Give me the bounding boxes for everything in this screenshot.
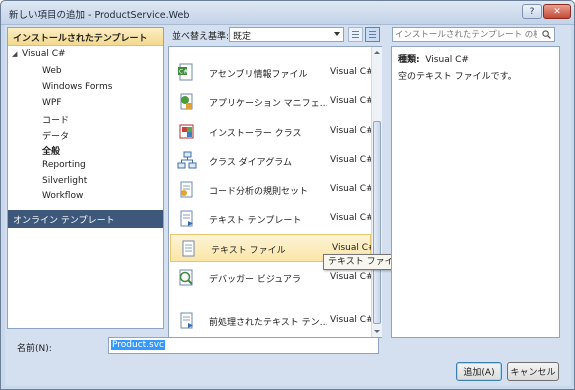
dialog-window: 新しい項目の追加 - ProductService.Web ? ✕ インストール… bbox=[0, 0, 575, 390]
template-name: テキスト テンプレート bbox=[209, 216, 302, 226]
cancel-button[interactable]: キャンセル bbox=[507, 362, 559, 381]
template-list: C# アセンブリ情報ファイル Visual C# アプリケーション マニフェ… … bbox=[168, 46, 382, 338]
tree-node-visual-csharp[interactable]: ◢ Visual C# bbox=[12, 49, 66, 59]
tree-item-silverlight[interactable]: Silverlight bbox=[42, 176, 87, 186]
sort-dropdown[interactable]: 既定 bbox=[229, 27, 344, 42]
template-name: アセンブリ情報ファイル bbox=[209, 70, 308, 80]
assembly-info-icon: C# bbox=[178, 63, 193, 81]
installed-templates-label: インストールされたテンプレート bbox=[13, 34, 148, 44]
text-template-icon bbox=[180, 210, 193, 227]
template-name: 前処理されたテキスト テン… bbox=[209, 318, 327, 328]
help-icon: ? bbox=[529, 6, 535, 17]
template-row-installer-class[interactable]: インストーラー クラス Visual C# bbox=[169, 118, 374, 146]
template-language: Visual C# bbox=[330, 213, 374, 223]
search-icon[interactable] bbox=[542, 30, 551, 39]
template-name: デバッガー ビジュアラ bbox=[209, 275, 302, 285]
tree-item-wpf[interactable]: WPF bbox=[42, 98, 62, 108]
installed-templates-header[interactable]: インストールされたテンプレート bbox=[8, 28, 163, 46]
template-row-assembly-info[interactable]: C# アセンブリ情報ファイル Visual C# bbox=[169, 59, 374, 87]
name-label: 名前(N): bbox=[17, 344, 52, 354]
window-title: 新しい項目の追加 - ProductService.Web bbox=[9, 10, 190, 21]
template-name: インストーラー クラス bbox=[209, 129, 302, 139]
template-row-preprocessed-template[interactable]: 前処理されたテキスト テン… Visual C# bbox=[169, 307, 374, 335]
debugger-visualizer-icon bbox=[179, 269, 193, 286]
small-icons-view-button[interactable] bbox=[348, 27, 363, 42]
app-manifest-icon bbox=[180, 93, 193, 110]
template-category-panel: インストールされたテンプレート ◢ Visual C# Web Windows F… bbox=[7, 27, 164, 329]
type-value: Visual C# bbox=[425, 55, 469, 65]
add-button[interactable]: 追加(A) bbox=[456, 362, 502, 381]
help-button[interactable]: ? bbox=[522, 4, 542, 19]
template-row-text-template[interactable]: テキスト テンプレート Visual C# bbox=[169, 205, 374, 233]
installer-class-icon bbox=[179, 124, 194, 139]
expand-triangle-icon[interactable]: ◢ bbox=[12, 50, 22, 58]
tree-item-reporting[interactable]: Reporting bbox=[42, 160, 86, 170]
tree-item-code[interactable]: コード bbox=[42, 113, 69, 126]
template-details-panel: 種類: Visual C# 空のテキスト ファイルです。 bbox=[391, 46, 560, 338]
template-row-code-analysis[interactable]: コード分析の規則セット Visual C# bbox=[169, 176, 374, 204]
template-language: Visual C# bbox=[332, 243, 376, 253]
tree-root-label: Visual C# bbox=[22, 49, 66, 59]
dialog-client: インストールされたテンプレート ◢ Visual C# Web Windows F… bbox=[5, 25, 571, 386]
close-icon: ✕ bbox=[553, 6, 561, 17]
template-row-app-manifest[interactable]: アプリケーション マニフェ… Visual C# bbox=[169, 88, 374, 116]
tree-item-windows-forms[interactable]: Windows Forms bbox=[42, 82, 112, 92]
tree-item-data[interactable]: データ bbox=[42, 129, 69, 142]
scrollbar-thumb[interactable] bbox=[373, 121, 381, 324]
sort-value: 既定 bbox=[233, 32, 252, 42]
list-view-button[interactable] bbox=[365, 27, 380, 42]
tree-item-web[interactable]: Web bbox=[42, 66, 62, 76]
code-analysis-icon bbox=[180, 181, 193, 198]
template-type: 種類: Visual C# bbox=[398, 52, 469, 65]
title-bar[interactable]: 新しい項目の追加 - ProductService.Web ? ✕ bbox=[1, 1, 574, 25]
scroll-up-icon[interactable] bbox=[372, 48, 382, 58]
template-language: Visual C# bbox=[330, 96, 374, 106]
preprocessed-template-icon bbox=[180, 312, 193, 329]
template-language: Visual C# bbox=[330, 67, 374, 77]
sort-label: 並べ替え基準: bbox=[172, 32, 230, 42]
tree-item-workflow[interactable]: Workflow bbox=[42, 191, 83, 201]
name-field[interactable]: Product.svc bbox=[108, 337, 379, 354]
tree-item-general[interactable]: 全般 bbox=[42, 144, 60, 157]
template-description: 空のテキスト ファイルです。 bbox=[398, 72, 517, 82]
type-label: 種類: bbox=[398, 55, 420, 65]
template-list-scrollbar[interactable] bbox=[371, 47, 382, 337]
template-name: アプリケーション マニフェ… bbox=[209, 99, 327, 109]
template-name: コード分析の規則セット bbox=[209, 187, 309, 197]
template-language: Visual C# bbox=[330, 126, 374, 136]
svg-text:C#: C# bbox=[179, 69, 188, 76]
search-input[interactable] bbox=[395, 29, 537, 40]
template-name: クラス ダイアグラム bbox=[209, 158, 292, 168]
class-diagram-icon bbox=[177, 151, 197, 169]
template-language: Visual C# bbox=[330, 315, 374, 325]
online-templates-label: オンライン テンプレート bbox=[13, 216, 115, 226]
chevron-down-icon bbox=[334, 32, 340, 36]
template-row-class-diagram[interactable]: クラス ダイアグラム Visual C# bbox=[169, 147, 374, 175]
template-language: Visual C# bbox=[330, 155, 374, 165]
online-templates-header[interactable]: オンライン テンプレート bbox=[8, 210, 163, 228]
scroll-down-icon[interactable] bbox=[372, 326, 382, 336]
template-search-box[interactable] bbox=[392, 27, 555, 42]
close-button[interactable]: ✕ bbox=[543, 4, 571, 19]
text-file-icon bbox=[182, 240, 195, 257]
template-name: テキスト ファイル bbox=[211, 246, 286, 256]
template-language: Visual C# bbox=[330, 184, 374, 194]
name-value: Product.svc bbox=[111, 340, 165, 350]
template-language: Visual C# bbox=[330, 272, 374, 282]
